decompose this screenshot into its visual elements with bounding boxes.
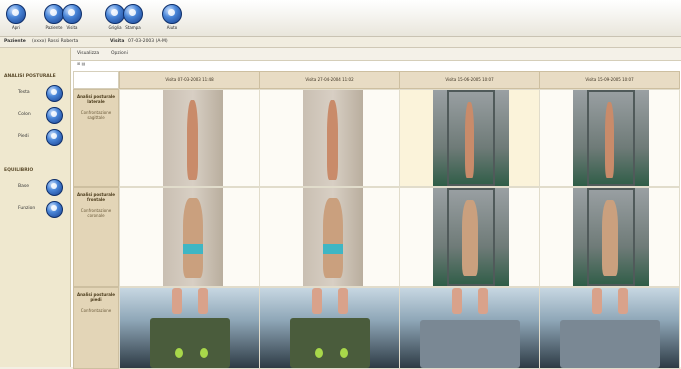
sidebar-item-base[interactable]: Base — [12, 179, 66, 196]
photo-cell[interactable] — [119, 187, 260, 287]
posture-photo — [433, 90, 509, 186]
tab-opzioni[interactable]: Opzioni — [111, 51, 128, 56]
column-header-4[interactable]: Visita 15-09-2005 10:07 — [539, 71, 680, 89]
photo-cell[interactable] — [119, 287, 260, 369]
column-header-1[interactable]: Visita 07-03-2003 11:48 — [119, 71, 260, 89]
globe-icon — [46, 107, 63, 124]
photo-cell[interactable] — [119, 89, 260, 187]
open-button[interactable]: Apri — [4, 4, 28, 30]
posture-photo — [163, 90, 223, 186]
visit-button[interactable]: Visita — [60, 4, 84, 30]
patient-value: (xxxx) Rossi Roberta — [32, 39, 79, 44]
toolbar: Apri Paziente Visita Griglia Stampa Aiut… — [0, 0, 681, 37]
sidebar-item-testa[interactable]: Testa — [12, 85, 66, 102]
posture-photo — [303, 188, 363, 286]
help-button[interactable]: Aiuto — [160, 4, 184, 30]
posture-photo — [163, 188, 223, 286]
visit-label: Visita — [110, 39, 125, 44]
row-header-frontal: Analisi posturale frontale Confrontazione… — [73, 187, 119, 287]
sidebar-item-funzion[interactable]: Funzion — [12, 201, 66, 218]
sidebar-item-label: Funzion — [18, 206, 36, 211]
column-header-2[interactable]: Visita 27-04-2004 11:02 — [259, 71, 400, 89]
photo-cell[interactable] — [539, 287, 680, 369]
sidebar-item-label: Piedi — [18, 134, 29, 139]
sidebar-item-label: Testa — [18, 90, 30, 95]
sidebar-item-label: Colon — [18, 112, 31, 117]
posture-photo — [433, 188, 509, 286]
tab-bar: Visualizza Opzioni — [71, 48, 681, 61]
photo-cell[interactable] — [259, 287, 400, 369]
globe-icon — [46, 201, 63, 218]
sidebar-item-piedi[interactable]: Piedi — [12, 129, 66, 146]
row-header-feet: Analisi posturale piedi Confrontazione — [73, 287, 119, 369]
globe-icon — [162, 4, 182, 24]
globe-icon — [62, 4, 82, 24]
posture-photo — [303, 90, 363, 186]
globe-icon — [46, 179, 63, 196]
sidebar: ANALISI POSTURALE Testa Colon Piedi EQUI… — [0, 48, 71, 367]
content-area: Visualizza Opzioni ⊞ ▤ Visita 07-03-2003… — [71, 48, 681, 369]
photo-cell[interactable] — [399, 187, 540, 287]
section-balance: EQUILIBRIO — [4, 168, 34, 173]
globe-icon — [46, 85, 63, 102]
photo-cell[interactable] — [259, 187, 400, 287]
row-header-lateral: Analisi posturale laterale Confrontazione… — [73, 89, 119, 187]
sidebar-item-label: Base — [18, 184, 29, 189]
photo-cell[interactable] — [399, 89, 540, 187]
visit-value: 07-03-2003 (A-M) — [128, 39, 168, 44]
column-header-3[interactable]: Visita 15-06-2005 10:07 — [399, 71, 540, 89]
tab-visualizza[interactable]: Visualizza — [77, 51, 99, 56]
section-posture: ANALISI POSTURALE — [4, 74, 56, 79]
posture-photo — [573, 188, 649, 286]
photo-cell[interactable] — [539, 187, 680, 287]
photo-cell[interactable] — [539, 89, 680, 187]
sidebar-item-colon[interactable]: Colon — [12, 107, 66, 124]
posture-photo — [573, 90, 649, 186]
globe-icon — [123, 4, 143, 24]
globe-icon — [46, 129, 63, 146]
comparison-grid: Visita 07-03-2003 11:48 Visita 27-04-200… — [71, 70, 681, 369]
photo-cell[interactable] — [399, 287, 540, 369]
photo-cell[interactable] — [259, 89, 400, 187]
view-toggle[interactable]: ⊞ ▤ — [77, 61, 85, 66]
grid-corner — [73, 71, 119, 89]
patient-info-bar: Paziente (xxxx) Rossi Roberta Visita 07-… — [0, 37, 681, 48]
print-button[interactable]: Stampa — [121, 4, 145, 30]
patient-label: Paziente — [4, 39, 26, 44]
globe-icon — [6, 4, 26, 24]
